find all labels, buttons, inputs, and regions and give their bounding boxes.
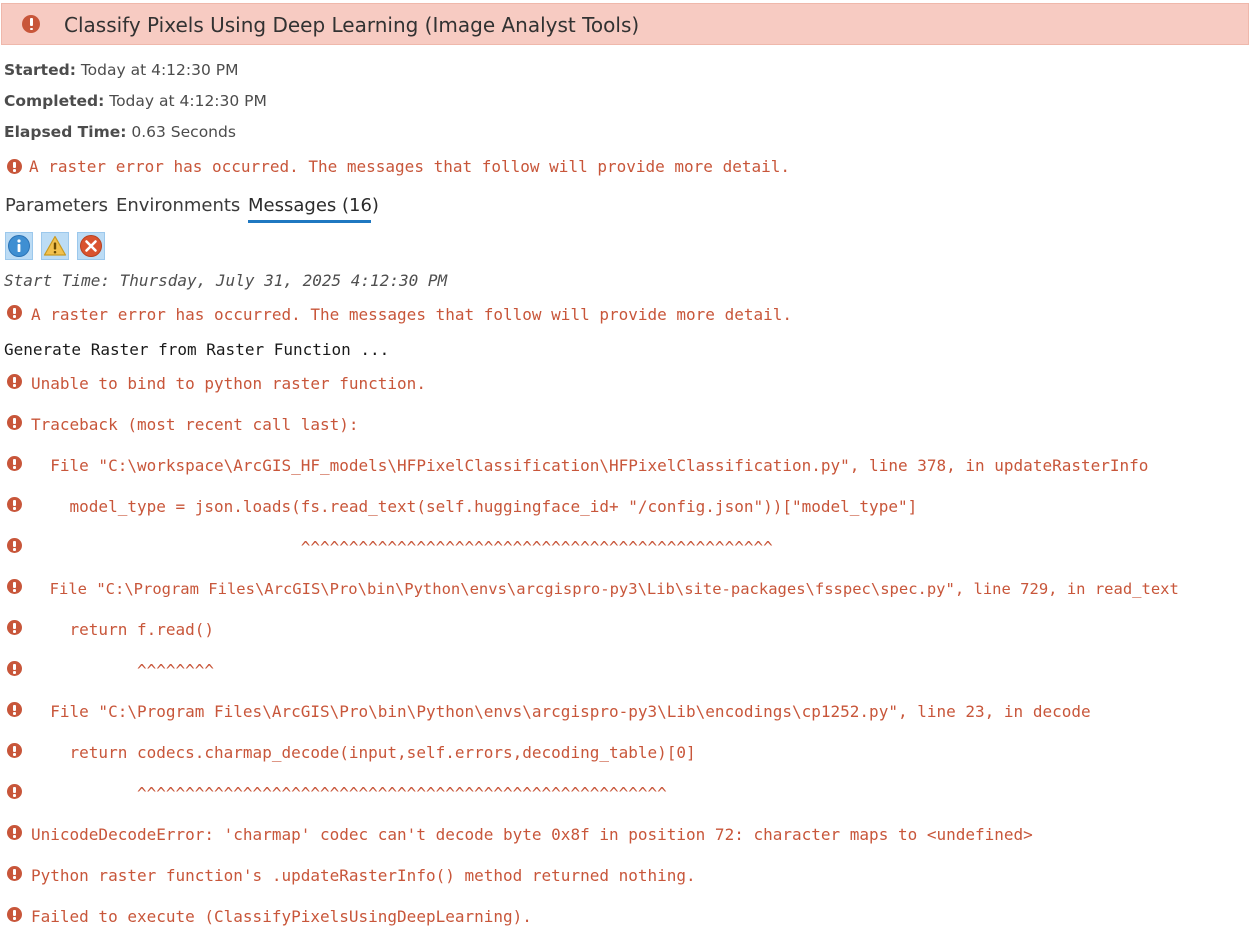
error-filter-button[interactable] xyxy=(77,232,105,260)
error-icon xyxy=(7,784,22,799)
message-item: Generate Raster from Raster Function ... xyxy=(4,340,390,359)
error-icon xyxy=(7,866,22,881)
active-tab-indicator xyxy=(248,220,371,223)
message-item: File "C:\workspace\ArcGIS_HF_models\HFPi… xyxy=(31,456,1149,475)
error-icon xyxy=(7,743,22,758)
message-item: A raster error has occurred. The message… xyxy=(31,305,792,324)
error-icon xyxy=(7,374,22,389)
tab-messages[interactable]: Messages (16) xyxy=(248,195,379,216)
summary-error: A raster error has occurred. The message… xyxy=(29,157,790,176)
elapsed-line: Elapsed Time: 0.63 Seconds xyxy=(4,123,236,141)
completed-line: Completed: Today at 4:12:30 PM xyxy=(4,92,267,110)
error-icon xyxy=(7,497,22,512)
message-start-time: Start Time: Thursday, July 31, 2025 4:12… xyxy=(4,271,448,290)
error-icon xyxy=(7,661,22,676)
started-line: Started: Today at 4:12:30 PM xyxy=(4,61,239,79)
warning-icon xyxy=(43,235,67,256)
completed-label: Completed: xyxy=(4,92,105,110)
error-icon xyxy=(7,825,22,840)
started-label: Started: xyxy=(4,61,76,79)
error-icon xyxy=(7,907,22,922)
tool-header: Classify Pixels Using Deep Learning (Ima… xyxy=(1,3,1249,45)
error-icon xyxy=(7,702,22,717)
started-value: Today at 4:12:30 PM xyxy=(75,61,239,79)
tab-parameters[interactable]: Parameters xyxy=(5,195,108,216)
message-item: Unable to bind to python raster function… xyxy=(31,374,426,393)
message-item: return codecs.charmap_decode(input,self.… xyxy=(31,743,696,762)
elapsed-value: 0.63 Seconds xyxy=(126,123,236,141)
error-x-icon xyxy=(80,235,102,257)
error-icon xyxy=(7,538,22,553)
info-filter-button[interactable] xyxy=(5,232,33,260)
tool-title: Classify Pixels Using Deep Learning (Ima… xyxy=(64,13,640,37)
message-item: File "C:\Program Files\ArcGIS\Pro\bin\Py… xyxy=(31,702,1091,721)
elapsed-label: Elapsed Time: xyxy=(4,123,127,141)
message-item: Traceback (most recent call last): xyxy=(31,415,359,434)
message-item: ^^^^^^^^^^^^^^^^^^^^^^^^^^^^^^^^^^^^^^^^… xyxy=(31,538,773,557)
error-icon xyxy=(22,15,40,33)
message-item: Failed to execute (ClassifyPixelsUsingDe… xyxy=(31,907,532,926)
error-icon xyxy=(7,456,22,471)
warning-filter-button[interactable] xyxy=(41,232,69,260)
completed-value: Today at 4:12:30 PM xyxy=(104,92,267,110)
message-item: Python raster function's .updateRasterIn… xyxy=(31,866,696,885)
message-item: return f.read() xyxy=(31,620,215,639)
message-item: ^^^^^^^^ xyxy=(31,661,215,680)
error-icon xyxy=(7,305,22,320)
message-item: ^^^^^^^^^^^^^^^^^^^^^^^^^^^^^^^^^^^^^^^^… xyxy=(31,784,667,803)
info-icon xyxy=(8,235,30,257)
message-item: model_type = json.loads(fs.read_text(sel… xyxy=(31,497,918,516)
error-icon xyxy=(7,159,22,174)
tab-environments[interactable]: Environments xyxy=(116,195,240,216)
error-icon xyxy=(7,415,22,430)
message-item: File "C:\Program Files\ArcGIS\Pro\bin\Py… xyxy=(31,580,1179,598)
message-item: UnicodeDecodeError: 'charmap' codec can'… xyxy=(31,825,1033,844)
error-icon xyxy=(7,579,22,594)
error-icon xyxy=(7,620,22,635)
